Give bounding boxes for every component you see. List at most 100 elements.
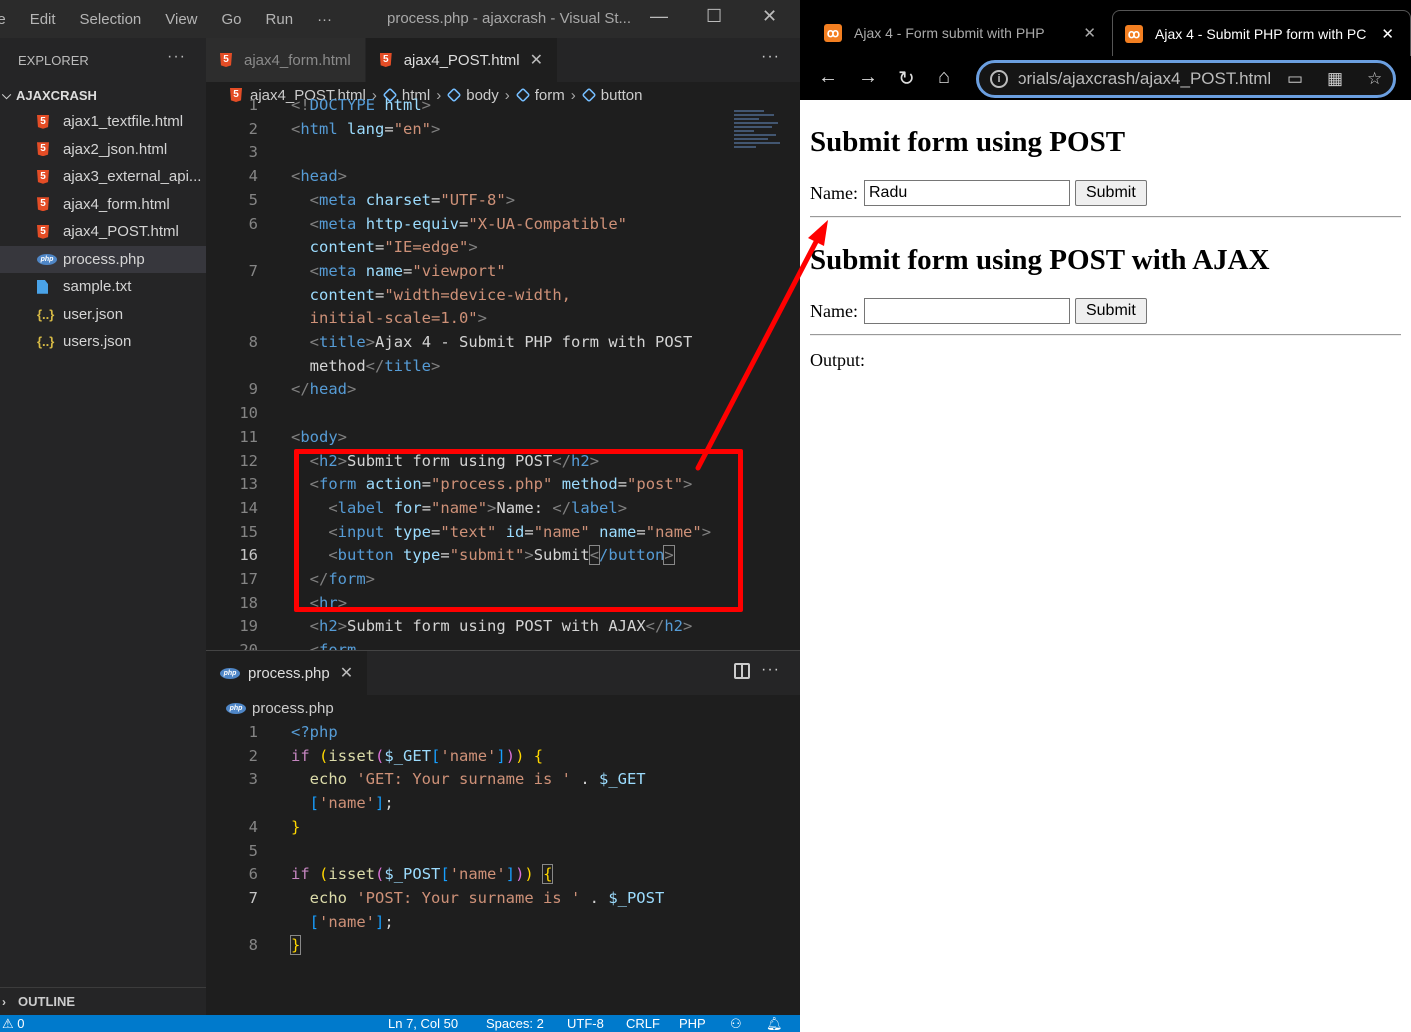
code-line[interactable]: <html lang="en"> <box>291 118 440 142</box>
code-line[interactable]: <form <box>291 639 357 650</box>
encoding[interactable]: UTF-8 <box>567 1016 604 1031</box>
browser-tab-submit-post[interactable]: ꝏ Ajax 4 - Submit PHP form with PC ✕ <box>1112 10 1411 56</box>
code-line[interactable]: <meta name="viewport" <box>291 260 506 284</box>
explorer-file-item[interactable]: 5 ajax1_textfile.html <box>0 108 206 136</box>
line-ending[interactable]: CRLF <box>626 1016 660 1031</box>
editor-more-button[interactable]: ··· <box>761 48 780 66</box>
file-name: ajax4_POST.html <box>63 223 179 241</box>
explorer-file-item[interactable]: 5 ajax4_form.html <box>0 191 206 219</box>
code-area[interactable]: 1 <!DOCTYPE html> 2 <html lang="en"> 3 4 <head… <box>206 96 800 650</box>
code-line[interactable]: echo 'POST: Your surname is ' . $_POST <box>291 887 665 911</box>
explorer-file-item[interactable]: php process.php <box>0 245 206 273</box>
editor-more-button[interactable]: ··· <box>761 661 780 679</box>
code-line[interactable]: <h2>Submit form using POST with AJAX</h2… <box>291 615 693 639</box>
code-line[interactable]: <meta charset="UTF-8"> <box>291 189 515 213</box>
browser-tab-form-submit[interactable]: ꝏ Ajax 4 - Form submit with PHP ✕ <box>800 10 1100 56</box>
code-line[interactable]: </form> <box>291 568 375 592</box>
menu-view[interactable]: View <box>153 11 209 28</box>
close-tab-icon[interactable]: ✕ <box>1381 25 1394 43</box>
maximize-button[interactable]: ☐ <box>706 6 722 27</box>
code-line[interactable]: <?php <box>291 721 338 745</box>
code-line[interactable]: ['name']; <box>291 792 394 816</box>
feedback-icon[interactable]: ⚇ <box>730 1016 742 1032</box>
code-line[interactable]: } <box>291 816 300 840</box>
address-bar[interactable]: i ɔrials/ajaxcrash/ajax4_POST.html ▭ ▦ ☆ <box>976 60 1396 98</box>
explorer-file-item[interactable]: 5 ajax4_POST.html <box>0 218 206 246</box>
minimap[interactable] <box>734 108 782 178</box>
close-tab-icon[interactable]: ✕ <box>530 50 543 70</box>
tab-ajax4-form[interactable]: 5 ajax4_form.html <box>206 38 366 82</box>
code-line[interactable]: method</title> <box>291 355 441 379</box>
code-area[interactable]: 1 <?php 2 if (isset($_GET['name'])) {3 echo… <box>206 723 800 1013</box>
menu-selection[interactable]: Selection <box>68 11 154 28</box>
cast-icon[interactable]: ▭ <box>1287 69 1303 89</box>
code-line[interactable]: <body> <box>291 426 347 450</box>
explorer-file-item[interactable]: {..} user.json <box>0 301 206 329</box>
notifications-icon[interactable]: 🔔︎ <box>766 1016 783 1032</box>
menu-run[interactable]: Run <box>254 11 306 28</box>
breadcrumb-body[interactable]: body <box>466 87 499 104</box>
code-line[interactable]: initial-scale=1.0"> <box>291 307 487 331</box>
code-line[interactable]: <label for="name">Name: </label> <box>291 497 627 521</box>
bookmark-star-icon[interactable]: ☆ <box>1367 69 1382 89</box>
menu-more[interactable]: ··· <box>305 11 344 28</box>
breadcrumb-file[interactable]: process.php <box>252 700 334 717</box>
code-line[interactable]: } <box>289 934 302 958</box>
explorer-file-item[interactable]: sample.txt <box>0 273 206 301</box>
code-line[interactable]: ['name']; <box>291 911 394 935</box>
code-line[interactable]: <form action="process.php" method="post"… <box>291 473 693 497</box>
close-window-button[interactable]: ✕ <box>762 6 777 27</box>
code-line[interactable]: <input type="text" id="name" name="name"… <box>291 521 711 545</box>
code-line[interactable]: <head> <box>291 165 347 189</box>
site-info-icon[interactable]: i <box>990 70 1008 88</box>
code-line[interactable]: <button type="submit">Submit</button> <box>291 544 675 568</box>
menu-edit[interactable]: Edit <box>18 11 68 28</box>
file-list: 5 ajax1_textfile.html 5 ajax2_json.html 5 aja… <box>0 108 206 356</box>
explorer-file-item[interactable]: {..} users.json <box>0 328 206 356</box>
reload-icon[interactable]: ↻ <box>898 66 915 91</box>
code-line[interactable]: </head> <box>291 378 356 402</box>
code-line[interactable]: content="IE=edge"> <box>291 236 478 260</box>
language-mode[interactable]: PHP <box>679 1016 706 1031</box>
split-editor-icon[interactable] <box>734 663 750 679</box>
line-number: 13 <box>239 475 258 494</box>
name-input[interactable] <box>863 180 1070 206</box>
url-text[interactable]: ɔrials/ajaxcrash/ajax4_POST.html <box>1018 69 1271 89</box>
close-tab-icon[interactable]: ✕ <box>1083 24 1096 42</box>
menu-file[interactable]: le <box>0 11 18 28</box>
menu-go[interactable]: Go <box>210 11 254 28</box>
tab-ajax4-post[interactable]: 5 ajax4_POST.html ✕ <box>365 38 559 82</box>
explorer-file-item[interactable]: 5 ajax3_external_api... <box>0 163 206 191</box>
code-line[interactable]: if (isset($_POST['name'])) { <box>291 863 554 887</box>
explorer-more-button[interactable]: ··· <box>167 48 186 66</box>
qr-code-icon[interactable]: ▦ <box>1327 69 1343 89</box>
submit-button-ajax[interactable]: Submit <box>1074 298 1147 324</box>
forward-arrow-icon[interactable]: → <box>858 66 878 89</box>
indentation[interactable]: Spaces: 2 <box>486 1016 544 1031</box>
name-input-ajax[interactable] <box>863 298 1070 324</box>
close-tab-icon[interactable]: ✕ <box>340 663 353 683</box>
breadcrumb-button[interactable]: button <box>601 87 643 104</box>
code-line[interactable]: <h2>Submit form using POST</h2> <box>291 450 599 474</box>
code-line[interactable]: if (isset($_GET['name'])) { <box>291 745 543 769</box>
breadcrumb-form[interactable]: form <box>535 87 565 104</box>
title-bar: le Edit Selection View Go Run ··· proces… <box>0 0 800 38</box>
code-line[interactable]: content="width=device-width, <box>291 284 571 308</box>
code-line[interactable]: <hr> <box>291 592 347 616</box>
cursor-position[interactable]: Ln 7, Col 50 <box>388 1016 458 1031</box>
heading-submit-post: Submit form using POST <box>810 126 1126 158</box>
tab-process-php[interactable]: php process.php ✕ <box>206 651 369 695</box>
code-line[interactable]: <meta http-equiv="X-UA-Compatible" <box>291 213 627 237</box>
outline-section[interactable]: › OUTLINE <box>0 987 206 1015</box>
project-name: AJAXCRASH <box>16 87 97 103</box>
code-line[interactable]: <!DOCTYPE html> <box>291 94 431 118</box>
code-line[interactable]: echo 'GET: Your surname is ' . $_GET <box>291 768 646 792</box>
problems-count[interactable]: ⚠ 0 <box>2 1016 25 1032</box>
project-folder[interactable]: ⌵ AJAXCRASH <box>0 82 206 108</box>
back-arrow-icon[interactable]: ← <box>818 66 838 89</box>
home-icon[interactable]: ⌂ <box>938 66 950 89</box>
code-line[interactable]: <title>Ajax 4 - Submit PHP form with POS… <box>291 331 693 355</box>
minimize-button[interactable]: — <box>650 6 668 27</box>
submit-button[interactable]: Submit <box>1074 180 1147 206</box>
explorer-file-item[interactable]: 5 ajax2_json.html <box>0 136 206 164</box>
